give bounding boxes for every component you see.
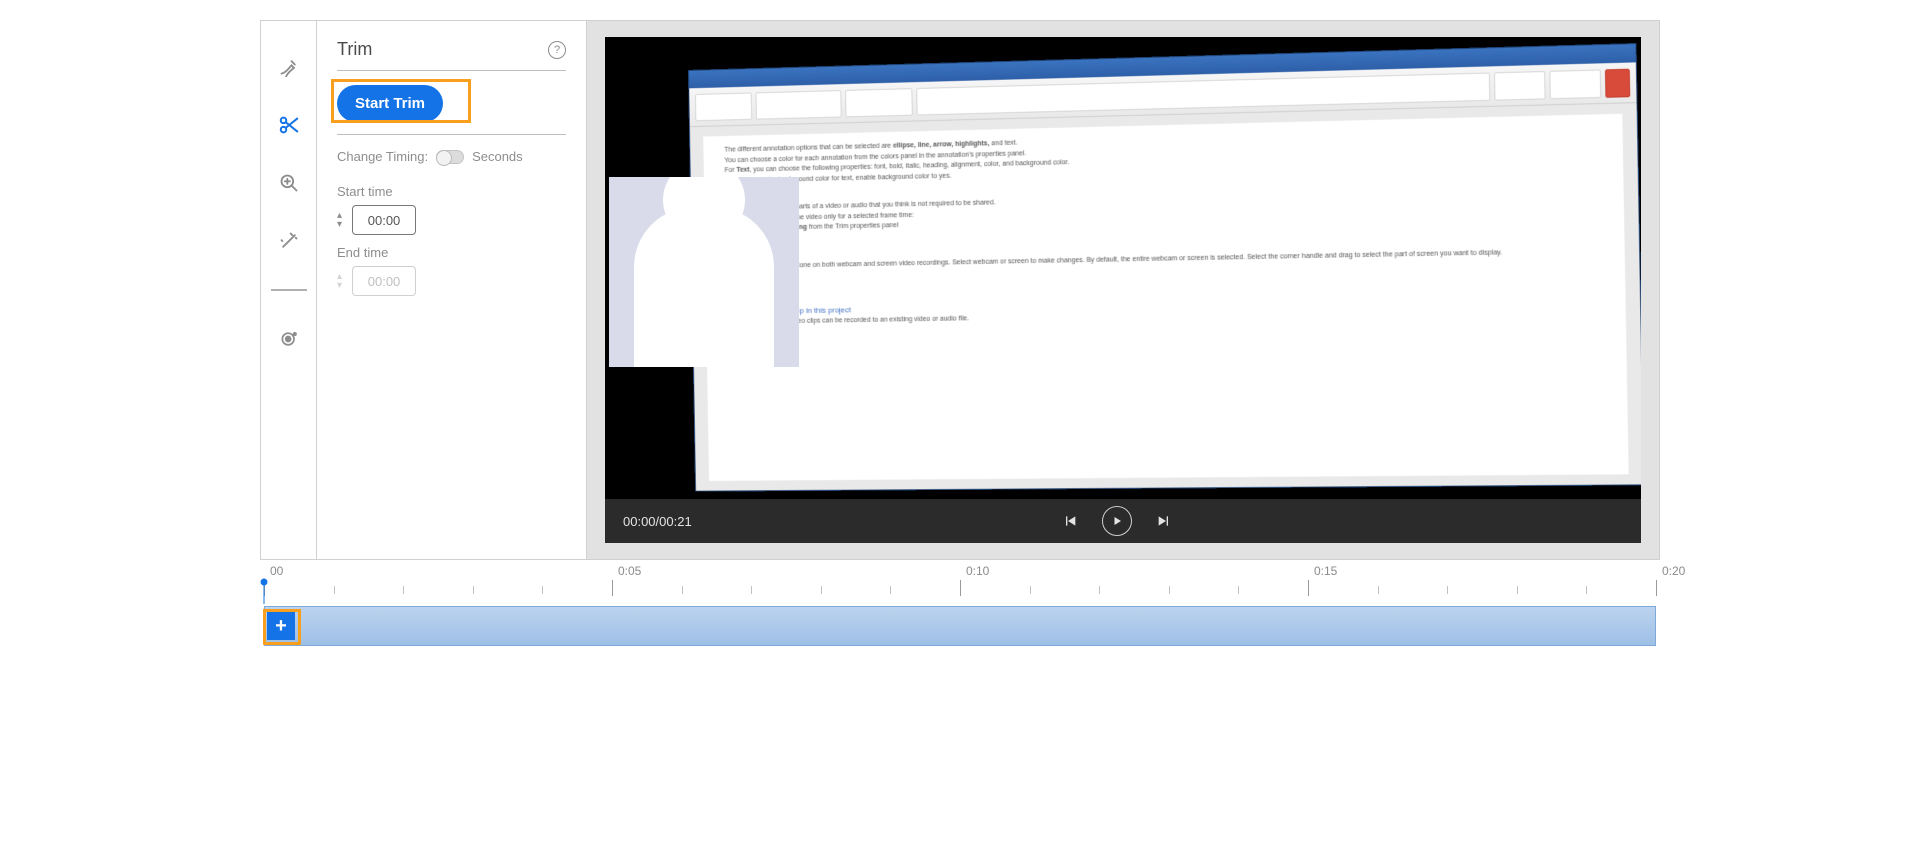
- ruler-minor-mark: [1099, 566, 1100, 606]
- timeline: 000:050:100:150:20 +: [260, 566, 1660, 652]
- ruler-minor-mark: [821, 566, 822, 606]
- recorded-screen: The different annotation options that ca…: [689, 44, 1641, 491]
- ruler-minor-mark: [1517, 566, 1518, 606]
- add-clip-button[interactable]: +: [267, 612, 295, 640]
- ruler-minor-mark: [890, 566, 891, 606]
- skip-back-button[interactable]: [1062, 513, 1078, 529]
- zoom-tool[interactable]: [273, 167, 305, 199]
- trim-tool[interactable]: [273, 109, 305, 141]
- play-button[interactable]: [1102, 506, 1132, 536]
- ruler-minor-mark: [334, 566, 335, 606]
- ruler-minor-mark: [542, 566, 543, 606]
- ruler-major-mark: 0:15: [1308, 566, 1309, 606]
- left-toolbar: [261, 21, 317, 559]
- avatar-icon: [634, 207, 774, 367]
- video-frame: The different annotation options that ca…: [605, 37, 1641, 543]
- trim-panel: Trim ? Start Trim Change Timing: Seconds…: [317, 21, 587, 559]
- end-time-label: End time: [337, 245, 566, 260]
- start-trim-button[interactable]: Start Trim: [337, 85, 443, 122]
- preview-area: The different annotation options that ca…: [587, 21, 1659, 559]
- ruler-minor-mark: [1586, 566, 1587, 606]
- ruler-minor-mark: [751, 566, 752, 606]
- start-time-input[interactable]: [352, 205, 416, 235]
- video-editor: Trim ? Start Trim Change Timing: Seconds…: [260, 20, 1660, 652]
- playhead[interactable]: [259, 578, 270, 604]
- change-timing-toggle[interactable]: [436, 150, 464, 164]
- ruler-minor-mark: [403, 566, 404, 606]
- ruler-minor-mark: [1030, 566, 1031, 606]
- start-time-stepper[interactable]: ▴▾: [337, 212, 342, 229]
- video-canvas[interactable]: The different annotation options that ca…: [605, 37, 1641, 499]
- end-time-stepper[interactable]: ▴▾: [337, 273, 342, 290]
- help-icon[interactable]: ?: [548, 41, 566, 59]
- ruler-minor-mark: [682, 566, 683, 606]
- change-timing-label: Change Timing:: [337, 149, 428, 164]
- annotate-tool[interactable]: [273, 51, 305, 83]
- panel-title: Trim: [337, 39, 372, 60]
- ruler-major-mark: 0:20: [1656, 566, 1657, 606]
- ruler-minor-mark: [1169, 566, 1170, 606]
- ruler-minor-mark: [473, 566, 474, 606]
- enhance-tool[interactable]: [273, 225, 305, 257]
- seconds-label: Seconds: [472, 149, 523, 164]
- toolbar-divider: [271, 289, 307, 291]
- editor-top: Trim ? Start Trim Change Timing: Seconds…: [260, 20, 1660, 560]
- ruler-minor-mark: [1378, 566, 1379, 606]
- video-controls: 00:00/00:21: [605, 499, 1641, 543]
- record-tool[interactable]: [273, 323, 305, 355]
- ruler-minor-mark: [1447, 566, 1448, 606]
- playback-time: 00:00/00:21: [623, 514, 692, 529]
- ruler-major-mark: 0:10: [960, 566, 961, 606]
- end-time-input: [352, 266, 416, 296]
- webcam-overlay[interactable]: [609, 177, 799, 367]
- ruler-minor-mark: [1238, 566, 1239, 606]
- timeline-ruler[interactable]: 000:050:100:150:20: [264, 566, 1656, 606]
- start-time-label: Start time: [337, 184, 566, 199]
- skip-forward-button[interactable]: [1156, 513, 1172, 529]
- ruler-major-mark: 0:05: [612, 566, 613, 606]
- timeline-track[interactable]: +: [264, 606, 1656, 646]
